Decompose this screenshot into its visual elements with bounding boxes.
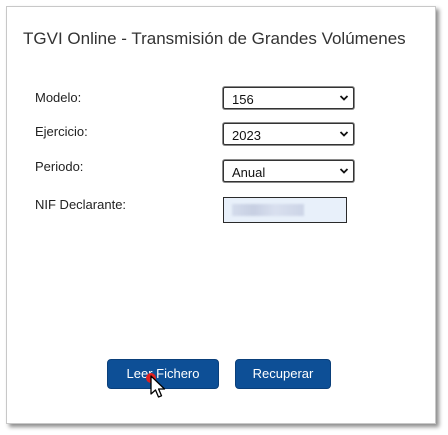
chevron-down-icon <box>339 131 349 137</box>
nif-input[interactable] <box>223 197 347 223</box>
chevron-down-icon <box>339 95 349 101</box>
modelo-select[interactable]: 156 <box>223 87 354 109</box>
modelo-label: Modelo: <box>35 90 82 105</box>
periodo-select[interactable]: Anual <box>223 160 354 182</box>
tgvi-dialog: TGVI Online - Transmisión de Grandes Vol… <box>6 6 436 424</box>
ejercicio-select[interactable]: 2023 <box>223 123 354 145</box>
nif-label: NIF Declarante: <box>35 197 127 212</box>
ejercicio-label: Ejercicio: <box>35 124 88 139</box>
mouse-pointer-icon <box>150 375 166 398</box>
recuperar-button[interactable]: Recuperar <box>235 359 331 389</box>
ejercicio-value: 2023 <box>232 128 261 143</box>
dialog-title: TGVI Online - Transmisión de Grandes Vol… <box>23 29 406 48</box>
chevron-down-icon <box>339 168 349 174</box>
modelo-value: 156 <box>232 92 254 107</box>
periodo-value: Anual <box>232 165 266 180</box>
periodo-label: Periodo: <box>35 159 84 174</box>
nif-redacted-value <box>232 204 304 216</box>
